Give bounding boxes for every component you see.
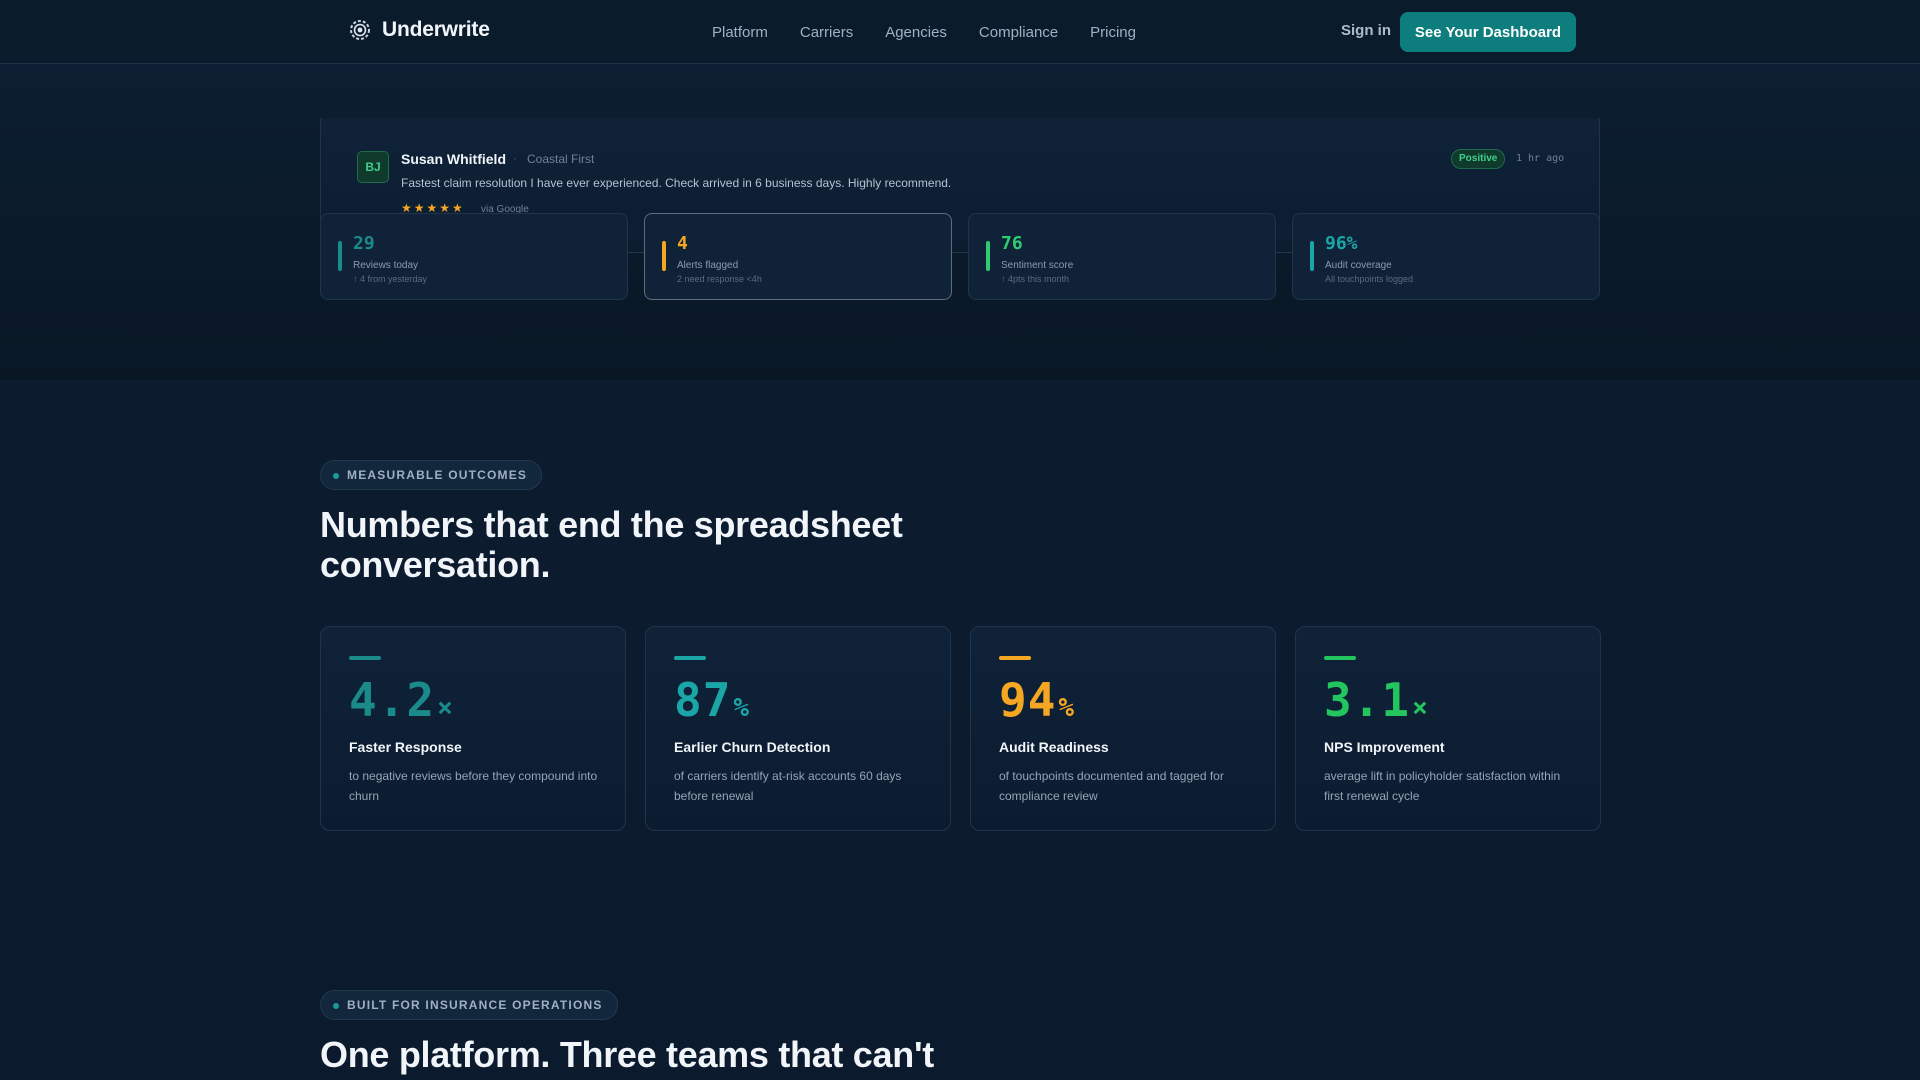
- dashboard-preview: BJ Susan Whitfield · Coastal First Faste…: [0, 64, 1920, 380]
- metric-unit: ×: [1412, 693, 1429, 723]
- metric-accent: [674, 656, 706, 660]
- separator-dot: ·: [513, 151, 517, 165]
- stat-card-reviews[interactable]: 29 Reviews today ↑ 4 from yesterday: [320, 213, 628, 300]
- brand-name: Underwrite: [382, 18, 490, 41]
- stat-label: Audit coverage: [1325, 260, 1392, 271]
- stat-sub: ↑ 4pts this month: [1001, 274, 1070, 284]
- metric-unit: %: [733, 693, 751, 723]
- metric-unit: %: [1058, 693, 1076, 723]
- stat-accent-bar: [986, 241, 990, 271]
- metric-title: Earlier Churn Detection: [674, 739, 831, 755]
- stat-value: 4: [677, 233, 688, 254]
- metric-value: 87%: [674, 673, 751, 727]
- stat-label: Reviews today: [353, 260, 419, 271]
- nav-link-pricing[interactable]: Pricing: [1090, 24, 1136, 41]
- metric-title: Audit Readiness: [999, 739, 1109, 755]
- metric-desc: of touchpoints documented and tagged for…: [999, 769, 1224, 803]
- stat-accent-bar: [662, 241, 666, 271]
- gear-logo-icon: [350, 20, 370, 40]
- stat-value: 96%: [1325, 233, 1358, 254]
- outcomes-headline: Numbers that end the spreadsheet convers…: [320, 505, 903, 585]
- metric-card-response: 4.2× Faster Response to negative reviews…: [320, 626, 626, 831]
- stat-accent-bar: [338, 241, 342, 271]
- outcomes-eyebrow: MEASURABLE OUTCOMES: [320, 460, 543, 490]
- metric-unit: ×: [437, 693, 454, 723]
- stat-sub: 2 need response <4h: [677, 274, 762, 284]
- platform-section: BUILT FOR INSURANCE OPERATIONS One platf…: [0, 910, 1920, 1080]
- stat-sub: All touchpoints logged: [1325, 274, 1414, 284]
- headline-line-1: Numbers that end the spreadsheet: [320, 504, 903, 545]
- reviewer-company: Coastal First: [527, 152, 595, 166]
- metric-card-nps: 3.1× NPS Improvement average lift in pol…: [1295, 626, 1601, 831]
- top-nav: Underwrite Platform Carriers Agencies Co…: [0, 0, 1920, 64]
- brand[interactable]: Underwrite: [348, 18, 490, 42]
- stat-card-alerts[interactable]: 4 Alerts flagged 2 need response <4h: [644, 213, 952, 300]
- primary-nav: Platform Carriers Agencies Compliance Pr…: [712, 0, 1136, 64]
- metric-accent: [1324, 656, 1356, 660]
- metric-value: 94%: [999, 673, 1076, 727]
- nav-link-platform[interactable]: Platform: [712, 24, 768, 41]
- metric-accent: [349, 656, 381, 660]
- metric-title: NPS Improvement: [1324, 739, 1445, 755]
- review-timestamp: 1 hr ago: [1516, 153, 1565, 164]
- nav-link-carriers[interactable]: Carriers: [800, 24, 853, 41]
- stat-card-sentiment[interactable]: 76 Sentiment score ↑ 4pts this month: [968, 213, 1276, 300]
- metric-desc: average lift in policyholder satisfactio…: [1324, 769, 1561, 803]
- metric-desc: to negative reviews before they compound…: [349, 769, 598, 803]
- outcomes-section: MEASURABLE OUTCOMES Numbers that end the…: [0, 380, 1920, 910]
- reviewer-name: Susan Whitfield: [401, 151, 506, 167]
- stat-value: 76: [1001, 233, 1023, 254]
- nav-link-compliance[interactable]: Compliance: [979, 24, 1058, 41]
- platform-headline: One platform. Three teams that can't: [320, 1034, 934, 1075]
- avatar: BJ: [357, 151, 389, 183]
- metric-title: Faster Response: [349, 739, 462, 755]
- stat-value: 29: [353, 233, 375, 254]
- see-dashboard-button[interactable]: See Your Dashboard: [1400, 12, 1576, 52]
- stat-label: Alerts flagged: [677, 260, 739, 271]
- metric-desc: of carriers identify at-risk accounts 60…: [674, 769, 902, 803]
- sentiment-badge: Positive: [1451, 149, 1506, 169]
- headline-line-2: conversation.: [320, 544, 551, 585]
- sign-in-link[interactable]: Sign in: [1341, 22, 1391, 39]
- metric-value: 4.2×: [349, 673, 454, 727]
- metric-accent: [999, 656, 1031, 660]
- metric-card-churn: 87% Earlier Churn Detection of carriers …: [645, 626, 951, 831]
- metric-value: 3.1×: [1324, 673, 1429, 727]
- stat-sub: ↑ 4 from yesterday: [353, 274, 428, 284]
- nav-link-agencies[interactable]: Agencies: [885, 24, 947, 41]
- metric-card-audit: 94% Audit Readiness of touchpoints docum…: [970, 626, 1276, 831]
- stat-label: Sentiment score: [1001, 260, 1074, 271]
- stat-accent-bar: [1310, 241, 1314, 271]
- stat-card-audit[interactable]: 96% Audit coverage All touchpoints logge…: [1292, 213, 1600, 300]
- platform-eyebrow: BUILT FOR INSURANCE OPERATIONS: [320, 990, 618, 1020]
- review-text: Fastest claim resolution I have ever exp…: [401, 176, 952, 190]
